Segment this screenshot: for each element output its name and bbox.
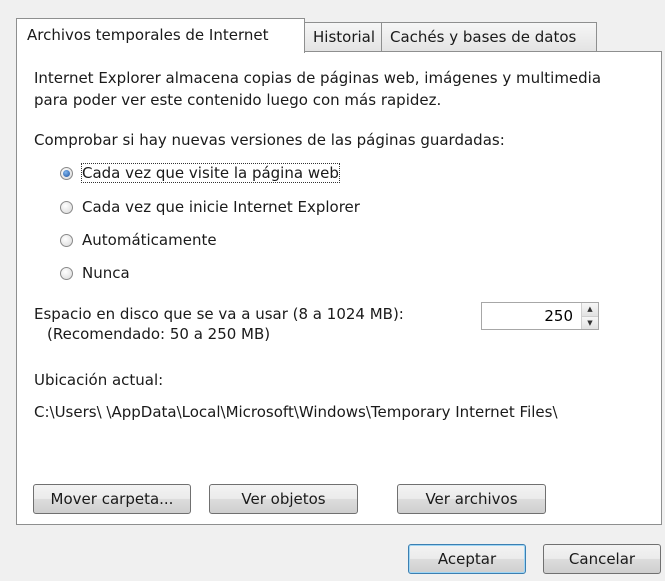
current-location-label: Ubicación actual: — [34, 371, 164, 389]
option-every-start[interactable]: Cada vez que inicie Internet Explorer — [60, 198, 360, 216]
stepper-buttons: ▲ ▼ — [581, 303, 598, 329]
radio-button-checked[interactable] — [60, 166, 73, 180]
spin-down-icon[interactable]: ▼ — [582, 316, 598, 329]
tab-history[interactable]: Historial — [304, 22, 382, 52]
tab-temporary-files[interactable]: Archivos temporales de Internet — [16, 18, 305, 53]
check-question-label: Comprobar si hay nuevas versiones de las… — [34, 131, 505, 149]
settings-dialog: Archivos temporales de Internet Historia… — [0, 0, 665, 581]
disk-space-input[interactable] — [482, 303, 581, 329]
option-label: Nunca — [82, 264, 130, 282]
view-files-button[interactable]: Ver archivos — [397, 484, 546, 514]
option-automatic[interactable]: Automáticamente — [60, 231, 217, 249]
tab-caches-databases[interactable]: Cachés y bases de datos — [381, 22, 597, 52]
option-every-visit[interactable]: Cada vez que visite la página web — [60, 163, 340, 183]
disk-space-stepper[interactable]: ▲ ▼ — [481, 302, 599, 330]
cancel-button[interactable]: Cancelar — [543, 544, 661, 574]
option-label: Cada vez que inicie Internet Explorer — [82, 198, 360, 216]
description-text: Internet Explorer almacena copias de pág… — [34, 69, 602, 109]
radio-button[interactable] — [60, 266, 73, 280]
radio-button[interactable] — [60, 200, 73, 214]
disk-recommended-label: (Recomendado: 50 a 250 MB) — [47, 325, 271, 343]
radio-button[interactable] — [60, 233, 73, 247]
view-objects-button[interactable]: Ver objetos — [209, 484, 358, 514]
tab-strip: Archivos temporales de Internet Historia… — [16, 18, 597, 53]
current-location-path: C:\Users\ \AppData\Local\Microsoft\Windo… — [34, 403, 558, 421]
option-label: Cada vez que visite la página web — [81, 163, 340, 183]
option-never[interactable]: Nunca — [60, 264, 130, 282]
tab-panel: Internet Explorer almacena copias de pág… — [16, 51, 662, 525]
ok-button[interactable]: Aceptar — [408, 544, 526, 574]
spin-up-icon[interactable]: ▲ — [582, 303, 598, 317]
move-folder-button[interactable]: Mover carpeta... — [33, 484, 191, 514]
option-label: Automáticamente — [82, 231, 217, 249]
disk-space-label: Espacio en disco que se va a usar (8 a 1… — [34, 305, 404, 323]
